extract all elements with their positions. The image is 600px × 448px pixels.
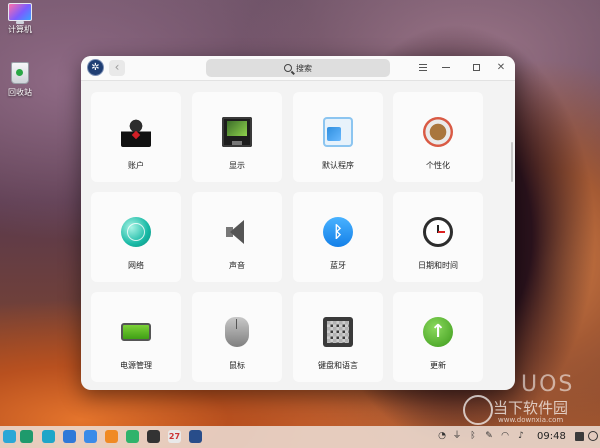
pen-icon[interactable]: ✎ bbox=[484, 431, 494, 441]
taskbar: 27 ◔ ⏚ ᛒ ✎ ◠ ♪ 09:48 bbox=[0, 426, 600, 448]
module-keyboard[interactable]: 键盘和语言 bbox=[293, 292, 383, 382]
desktop-icon-label: 回收站 bbox=[8, 88, 32, 97]
desktop-icon-trash[interactable]: 回收站 bbox=[0, 62, 40, 98]
launcher-icon[interactable] bbox=[3, 430, 16, 443]
module-sound[interactable]: 声音 bbox=[192, 192, 282, 282]
multitask-icon[interactable] bbox=[20, 430, 33, 443]
module-display[interactable]: 显示 bbox=[192, 92, 282, 182]
menu-icon bbox=[419, 66, 427, 68]
clock-icon bbox=[423, 217, 453, 247]
module-datetime[interactable]: 日期和时间 bbox=[393, 192, 483, 282]
module-label: 个性化 bbox=[426, 161, 450, 170]
menu-button[interactable] bbox=[415, 60, 431, 76]
module-label: 声音 bbox=[229, 261, 245, 270]
module-power[interactable]: 电源管理 bbox=[91, 292, 181, 382]
module-label: 账户 bbox=[128, 161, 144, 170]
video-icon[interactable] bbox=[147, 430, 160, 443]
power-icon[interactable] bbox=[588, 431, 598, 441]
module-label: 鼠标 bbox=[229, 361, 245, 370]
keyboard-icon bbox=[323, 317, 353, 347]
contacts-icon[interactable] bbox=[126, 430, 139, 443]
settings-module-grid: 账户 显示 默认程序 个性化 网络 声音 ᛒ 蓝牙 日期和时间 电源管理 鼠标 … bbox=[91, 92, 493, 384]
computer-icon bbox=[8, 3, 32, 24]
module-label: 显示 bbox=[229, 161, 245, 170]
bluetooth-tray-icon[interactable]: ᛒ bbox=[468, 431, 478, 441]
search-input[interactable]: 搜索 bbox=[206, 59, 390, 77]
module-label: 网络 bbox=[128, 261, 144, 270]
battery-icon bbox=[121, 323, 151, 341]
default-apps-icon bbox=[323, 117, 353, 147]
trash-icon bbox=[11, 62, 29, 84]
search-placeholder: 搜索 bbox=[296, 63, 312, 73]
update-icon: ↑ bbox=[423, 317, 453, 347]
minimize-icon bbox=[442, 66, 450, 68]
scrollbar[interactable] bbox=[511, 142, 513, 182]
settings-icon[interactable] bbox=[189, 430, 202, 443]
module-personalization[interactable]: 个性化 bbox=[393, 92, 483, 182]
close-icon: ✕ bbox=[496, 62, 506, 73]
app-store-icon[interactable] bbox=[63, 430, 76, 443]
watermark-url: www.downxia.com bbox=[498, 416, 564, 424]
show-desktop-icon[interactable] bbox=[575, 432, 584, 441]
title-bar: ✲ ‹ 搜索 ✕ bbox=[81, 56, 515, 81]
network-icon bbox=[121, 217, 151, 247]
usb-icon[interactable]: ⏚ bbox=[452, 431, 462, 441]
module-label: 蓝牙 bbox=[330, 261, 346, 270]
clock-time[interactable]: 09:48 bbox=[537, 431, 566, 442]
maximize-icon bbox=[472, 63, 480, 71]
back-button[interactable]: ‹ bbox=[109, 60, 125, 76]
mouse-icon bbox=[225, 317, 249, 347]
personalization-icon bbox=[423, 117, 453, 147]
volume-icon[interactable]: ♪ bbox=[516, 431, 526, 441]
maximize-button[interactable] bbox=[468, 60, 484, 76]
file-manager-icon[interactable] bbox=[42, 430, 55, 443]
music-icon[interactable] bbox=[105, 430, 118, 443]
watermark-site: 当下软件园 bbox=[493, 399, 569, 417]
wifi-icon[interactable]: ◠ bbox=[500, 431, 510, 441]
module-mouse[interactable]: 鼠标 bbox=[192, 292, 282, 382]
watermark-logo-icon bbox=[463, 395, 493, 425]
control-center-logo-icon: ✲ bbox=[87, 59, 104, 76]
display-icon bbox=[222, 117, 252, 147]
module-label: 日期和时间 bbox=[418, 261, 458, 270]
module-label: 默认程序 bbox=[322, 161, 354, 170]
notification-icon[interactable]: ◔ bbox=[437, 431, 447, 441]
module-label: 电源管理 bbox=[120, 361, 152, 370]
module-label: 键盘和语言 bbox=[318, 361, 358, 370]
watermark-brand: UOS bbox=[521, 372, 575, 397]
module-label: 更新 bbox=[430, 361, 446, 370]
module-update[interactable]: ↑ 更新 bbox=[393, 292, 483, 382]
desktop-icon-computer[interactable]: 计算机 bbox=[0, 3, 40, 35]
bluetooth-icon: ᛒ bbox=[323, 217, 353, 247]
module-default-apps[interactable]: 默认程序 bbox=[293, 92, 383, 182]
module-bluetooth[interactable]: ᛒ 蓝牙 bbox=[293, 192, 383, 282]
account-icon bbox=[121, 117, 151, 147]
search-icon bbox=[284, 64, 292, 72]
browser-icon[interactable] bbox=[84, 430, 97, 443]
module-network[interactable]: 网络 bbox=[91, 192, 181, 282]
minimize-button[interactable] bbox=[438, 60, 454, 76]
desktop-icon-label: 计算机 bbox=[8, 25, 32, 34]
module-account[interactable]: 账户 bbox=[91, 92, 181, 182]
sound-icon bbox=[222, 217, 252, 247]
control-center-window: ✲ ‹ 搜索 ✕ 账户 显示 默认程序 个性化 网络 声音 ᛒ 蓝牙 日期和时间… bbox=[81, 56, 515, 390]
calendar-icon[interactable]: 27 bbox=[168, 430, 181, 443]
close-button[interactable]: ✕ bbox=[493, 60, 509, 76]
